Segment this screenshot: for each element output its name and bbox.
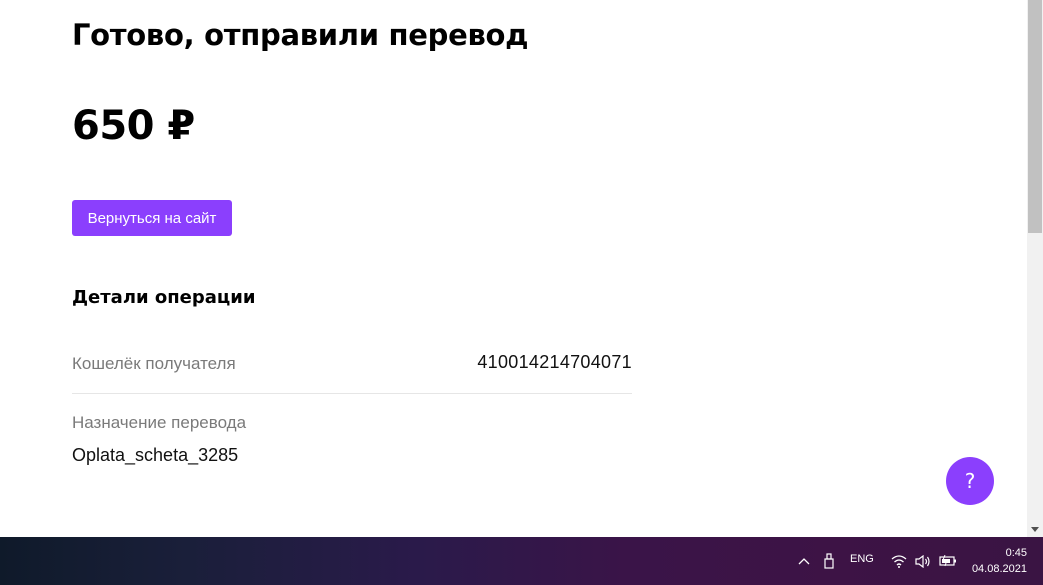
scrollbar-thumb[interactable] bbox=[1028, 0, 1042, 233]
wallet-label: Кошелёк получателя bbox=[72, 354, 236, 373]
usb-drive-icon[interactable] bbox=[821, 549, 837, 573]
purpose-label: Назначение перевода bbox=[72, 413, 247, 432]
wifi-icon[interactable] bbox=[890, 549, 908, 573]
wallet-value: 410014214704071 bbox=[477, 352, 632, 372]
back-to-site-button[interactable]: Вернуться на сайт bbox=[72, 200, 232, 236]
details-heading: Детали операции bbox=[72, 287, 256, 308]
clock-date: 04.08.2021 bbox=[971, 563, 1027, 575]
purpose-value: Oplata_scheta_3285 bbox=[72, 445, 239, 465]
clock-time: 0:45 bbox=[1005, 547, 1027, 559]
taskbar: ENG 0:45 04.08.2021 bbox=[0, 537, 1043, 585]
transfer-amount: 650 ₽ bbox=[72, 103, 195, 149]
language-indicator[interactable]: ENG bbox=[850, 553, 874, 565]
scroll-down-arrow-icon[interactable] bbox=[1027, 523, 1043, 537]
transfer-success-page: Готово, отправили перевод 650 ₽ Вернутьс… bbox=[0, 0, 1027, 537]
volume-icon[interactable] bbox=[914, 549, 932, 573]
vertical-scrollbar[interactable] bbox=[1027, 0, 1043, 537]
help-button[interactable]: ? bbox=[946, 457, 994, 505]
chevron-up-icon[interactable] bbox=[796, 549, 812, 573]
page-title: Готово, отправили перевод bbox=[72, 18, 529, 52]
details-divider bbox=[72, 393, 632, 394]
battery-icon[interactable] bbox=[938, 549, 958, 573]
taskbar-clock[interactable]: 0:45 04.08.2021 bbox=[972, 545, 1027, 577]
